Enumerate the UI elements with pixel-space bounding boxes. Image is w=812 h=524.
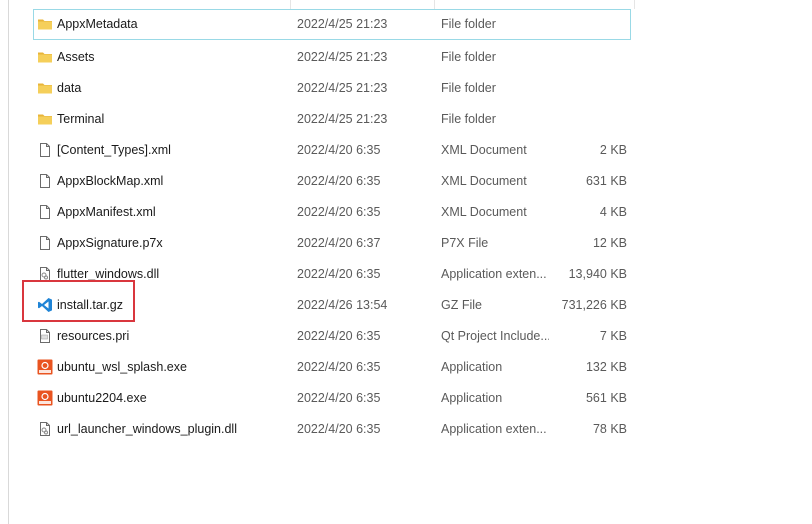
file-date-modified: 2022/4/20 6:35 (297, 329, 381, 343)
file-date-modified: 2022/4/26 13:54 (297, 298, 388, 312)
file-date-modified: 2022/4/25 21:23 (297, 17, 388, 31)
file-list: AppxMetadata 2022/4/25 21:23 File folder As… (33, 9, 631, 445)
file-name: AppxBlockMap.xml (57, 174, 164, 188)
file-type: XML Document (441, 205, 527, 219)
file-type: Application (441, 391, 503, 405)
file-name: AppxSignature.p7x (57, 236, 163, 250)
document-icon (37, 204, 53, 220)
file-row[interactable]: data 2022/4/25 21:23 File folder (33, 73, 631, 104)
file-size: 13,940 KB (568, 267, 627, 281)
file-row[interactable]: AppxManifest.xml 2022/4/20 6:35 XML Docume… (33, 197, 631, 228)
file-row[interactable]: AppxMetadata 2022/4/25 21:23 File folder (33, 9, 631, 40)
file-type: Application exten... (441, 267, 547, 281)
annotation-highlight-box (22, 280, 135, 322)
file-name: url_launcher_windows_plugin.dll (57, 422, 237, 436)
navigation-pane-border (0, 0, 9, 524)
file-date-modified: 2022/4/25 21:23 (297, 50, 388, 64)
document-icon (37, 173, 53, 189)
folder-icon (37, 49, 53, 65)
file-size: 78 KB (592, 422, 627, 436)
file-size: 12 KB (592, 236, 627, 250)
file-type: GZ File (441, 298, 482, 312)
file-type: File folder (441, 17, 496, 31)
file-name: ubuntu_wsl_splash.exe (57, 360, 187, 374)
file-date-modified: 2022/4/20 6:35 (297, 205, 381, 219)
file-row[interactable]: url_launcher_windows_plugin.dll 2022/4/20… (33, 414, 631, 445)
file-name: resources.pri (57, 329, 130, 343)
file-date-modified: 2022/4/20 6:35 (297, 391, 381, 405)
file-row[interactable]: AppxBlockMap.xml 2022/4/20 6:35 XML Docume… (33, 166, 631, 197)
column-divider-type[interactable] (434, 0, 435, 9)
file-row[interactable]: [Content_Types].xml 2022/4/20 6:35 XML Doc… (33, 135, 631, 166)
file-type: File folder (441, 112, 496, 126)
column-divider-date[interactable] (290, 0, 291, 9)
file-row[interactable]: AppxSignature.p7x 2022/4/20 6:37 P7X File 1… (33, 228, 631, 259)
file-type: Application exten... (441, 422, 547, 436)
file-size: 4 KB (599, 205, 627, 219)
ubuntu-app-icon (37, 390, 53, 406)
column-divider-size[interactable] (634, 0, 635, 9)
file-date-modified: 2022/4/20 6:35 (297, 360, 381, 374)
file-name: Assets (57, 50, 95, 64)
file-type: P7X File (441, 236, 489, 250)
file-date-modified: 2022/4/20 6:35 (297, 422, 381, 436)
file-type: Qt Project Include... (441, 329, 549, 343)
file-date-modified: 2022/4/20 6:35 (297, 267, 381, 281)
folder-icon (37, 80, 53, 96)
file-size: 132 KB (585, 360, 627, 374)
file-type: XML Document (441, 143, 527, 157)
file-name: Terminal (57, 112, 105, 126)
ubuntu-app-icon (37, 359, 53, 375)
file-name: ubuntu2204.exe (57, 391, 147, 405)
file-row[interactable]: ubuntu_wsl_splash.exe 2022/4/20 6:35 Appli… (33, 352, 631, 383)
file-date-modified: 2022/4/25 21:23 (297, 112, 388, 126)
file-row[interactable]: resources.pri 2022/4/20 6:35 Qt Project In… (33, 321, 631, 352)
folder-icon (37, 111, 53, 127)
document-icon (37, 235, 53, 251)
file-row[interactable]: ubuntu2204.exe 2022/4/20 6:35 Application 5… (33, 383, 631, 414)
file-type: XML Document (441, 174, 527, 188)
folder-icon (37, 16, 53, 32)
pri-file-icon (37, 328, 53, 344)
file-size: 561 KB (585, 391, 627, 405)
file-row[interactable]: Terminal 2022/4/25 21:23 File folder (33, 104, 631, 135)
file-date-modified: 2022/4/20 6:35 (297, 143, 381, 157)
file-name: [Content_Types].xml (57, 143, 171, 157)
file-date-modified: 2022/4/20 6:37 (297, 236, 381, 250)
file-size: 631 KB (585, 174, 627, 188)
document-icon (37, 142, 53, 158)
file-date-modified: 2022/4/25 21:23 (297, 81, 388, 95)
file-type: File folder (441, 50, 496, 64)
dll-icon (37, 421, 53, 437)
file-size: 731,226 KB (561, 298, 627, 312)
file-type: Application (441, 360, 503, 374)
file-name: data (57, 81, 82, 95)
file-date-modified: 2022/4/20 6:35 (297, 174, 381, 188)
file-name: AppxManifest.xml (57, 205, 156, 219)
file-type: File folder (441, 81, 496, 95)
file-row[interactable]: Assets 2022/4/25 21:23 File folder (33, 42, 631, 73)
file-size: 7 KB (599, 329, 627, 343)
file-size: 2 KB (599, 143, 627, 157)
file-name: AppxMetadata (57, 17, 138, 31)
